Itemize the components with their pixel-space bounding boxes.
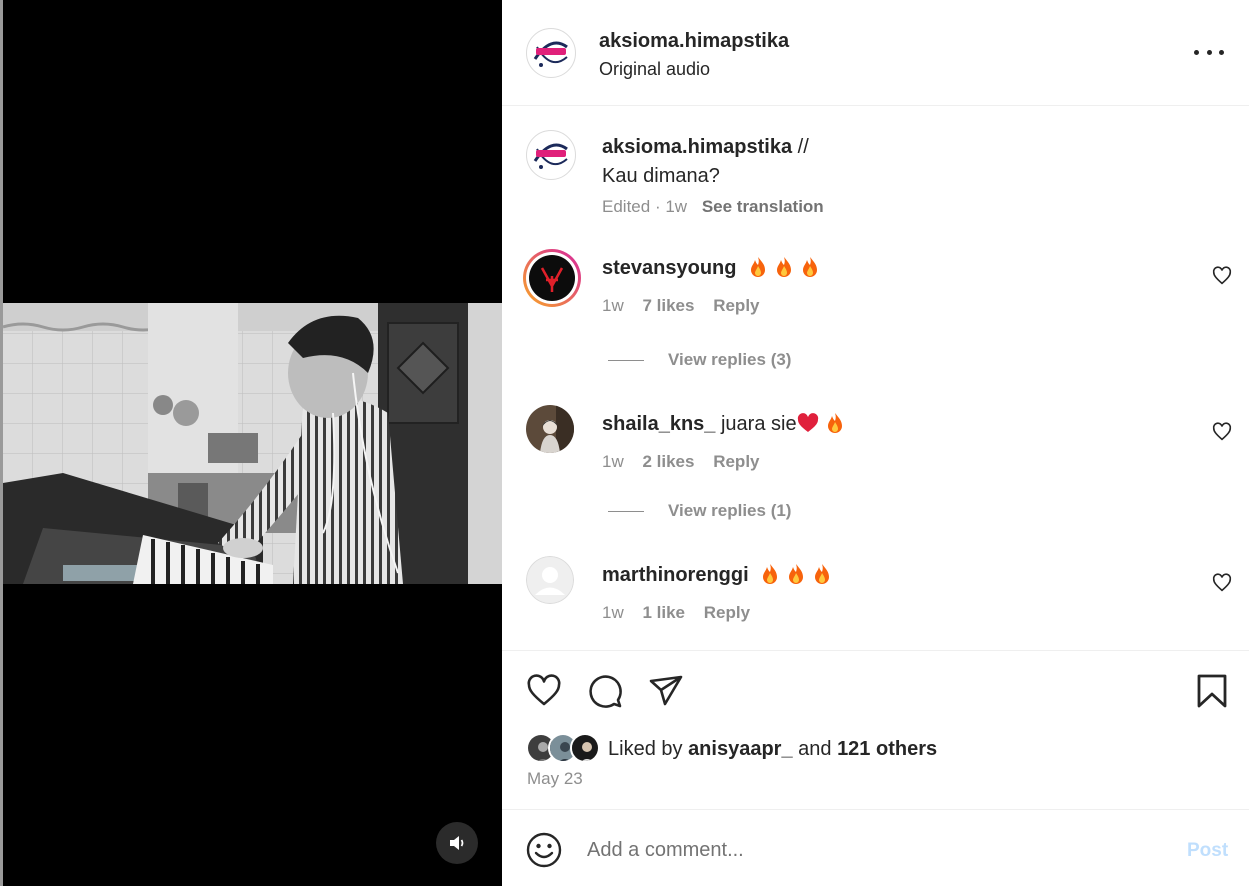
video-frame[interactable] bbox=[3, 303, 502, 584]
dot bbox=[1219, 49, 1224, 55]
liker-avatar-photo bbox=[572, 735, 598, 761]
comment-composer: Post bbox=[502, 809, 1249, 886]
dot bbox=[1206, 49, 1212, 55]
see-translation-link[interactable]: See translation bbox=[702, 197, 824, 216]
comment: shaila_kns_ juara sie 1w 2 likes Reply bbox=[502, 404, 1249, 484]
liked-by-text: Liked by anisyaapr_ and 121 others bbox=[608, 738, 937, 761]
liked-by-others[interactable]: 121 others bbox=[837, 738, 937, 760]
comment-age: 1w bbox=[602, 296, 624, 315]
commenter-username[interactable]: marthinorenggi bbox=[602, 564, 749, 586]
comment-text: juara sie bbox=[720, 413, 797, 435]
liker-avatar bbox=[570, 733, 600, 763]
liked-by-user[interactable]: anisyaapr_ bbox=[688, 738, 793, 760]
audio-label[interactable]: Original audio bbox=[599, 59, 710, 80]
comment-likes[interactable]: 7 likes bbox=[642, 296, 694, 315]
fire-emoji bbox=[789, 564, 804, 584]
post-date[interactable]: May 23 bbox=[527, 769, 583, 789]
view-replies-label: View replies (1) bbox=[668, 501, 792, 520]
fire-emoji bbox=[803, 257, 818, 277]
reply-button[interactable]: Reply bbox=[713, 452, 759, 471]
fire-emoji bbox=[763, 564, 778, 584]
comment: stevansyoung 1w 7 likes Reply bbox=[502, 248, 1249, 328]
comment-meta: 1w 7 likes Reply bbox=[602, 296, 774, 316]
comment-likes[interactable]: 2 likes bbox=[642, 452, 694, 471]
account-logo bbox=[528, 30, 574, 76]
caption-line-1: // bbox=[792, 136, 809, 158]
caption-meta: Edited · 1w See translation bbox=[602, 197, 824, 217]
video-player[interactable] bbox=[3, 0, 502, 886]
volume-icon bbox=[450, 836, 464, 850]
post-actions: Liked by anisyaapr_ and 121 others May 2… bbox=[502, 650, 1249, 810]
reply-button[interactable]: Reply bbox=[704, 603, 750, 622]
comment-age: 1w bbox=[602, 603, 624, 622]
caption-avatar[interactable] bbox=[526, 130, 576, 180]
video-still bbox=[3, 303, 502, 584]
edited-label: Edited bbox=[602, 197, 651, 216]
caption-line-2: Kau dimana? bbox=[602, 165, 720, 187]
replies-divider bbox=[608, 511, 644, 513]
commenter-username[interactable]: stevansyoung bbox=[602, 257, 736, 279]
view-replies-button[interactable]: View replies (3) bbox=[608, 350, 791, 370]
caption-age: 1w bbox=[665, 197, 688, 216]
commenter-username[interactable]: shaila_kns_ bbox=[602, 413, 715, 435]
bookmark-icon[interactable] bbox=[1194, 673, 1230, 709]
account-avatar[interactable] bbox=[526, 28, 576, 78]
comment-body: marthinorenggi bbox=[602, 563, 832, 587]
liked-by-prefix: Liked by bbox=[608, 738, 689, 760]
like-comment-heart-icon[interactable] bbox=[1211, 265, 1233, 287]
like-comment-heart-icon[interactable] bbox=[1211, 572, 1233, 594]
add-comment-input[interactable] bbox=[587, 828, 1147, 872]
comment-icon[interactable] bbox=[587, 673, 623, 709]
emoji-icon[interactable] bbox=[526, 832, 562, 868]
caption-username[interactable]: aksioma.himapstika bbox=[602, 136, 792, 158]
comment: marthinorenggi 1w 1 like Reply bbox=[502, 555, 1249, 635]
view-replies-label: View replies (3) bbox=[668, 350, 792, 369]
more-options-icon[interactable] bbox=[1194, 44, 1224, 60]
mute-button[interactable] bbox=[436, 822, 478, 864]
post-panel: aksioma.himapstika Original audio aksiom… bbox=[502, 0, 1249, 886]
profile-photo bbox=[526, 405, 574, 453]
reply-button[interactable]: Reply bbox=[713, 296, 759, 315]
comment-body: shaila_kns_ juara sie bbox=[602, 412, 845, 436]
replies-divider bbox=[608, 360, 644, 362]
account-logo bbox=[528, 132, 574, 178]
post-comment-button[interactable]: Post bbox=[1187, 840, 1228, 862]
commenter-avatar[interactable] bbox=[526, 556, 574, 604]
heart-icon[interactable] bbox=[526, 673, 562, 709]
comment-age: 1w bbox=[602, 452, 624, 471]
like-comment-heart-icon[interactable] bbox=[1211, 421, 1233, 443]
share-icon[interactable] bbox=[648, 673, 684, 709]
fire-emoji bbox=[827, 413, 842, 433]
post-header: aksioma.himapstika Original audio bbox=[502, 0, 1249, 106]
story-ring-avatar bbox=[523, 249, 581, 307]
red-heart-emoji bbox=[797, 413, 818, 432]
meta-separator: · bbox=[654, 197, 661, 216]
comment-meta: 1w 2 likes Reply bbox=[602, 452, 774, 472]
dot bbox=[1194, 49, 1199, 55]
comment-body: stevansyoung bbox=[602, 256, 820, 280]
liked-by-middle: and bbox=[792, 738, 838, 760]
comment-likes[interactable]: 1 like bbox=[642, 603, 685, 622]
commenter-avatar[interactable] bbox=[526, 405, 574, 453]
post-author-username[interactable]: aksioma.himapstika bbox=[599, 30, 789, 53]
default-avatar-icon bbox=[526, 556, 574, 604]
fire-emoji bbox=[777, 257, 792, 277]
comment-meta: 1w 1 like Reply bbox=[602, 603, 764, 623]
caption: aksioma.himapstika // Kau dimana? bbox=[602, 133, 809, 191]
view-replies-button[interactable]: View replies (1) bbox=[608, 501, 791, 521]
commenter-avatar[interactable] bbox=[522, 248, 582, 308]
fire-emoji bbox=[751, 257, 766, 277]
fire-emoji bbox=[815, 564, 830, 584]
